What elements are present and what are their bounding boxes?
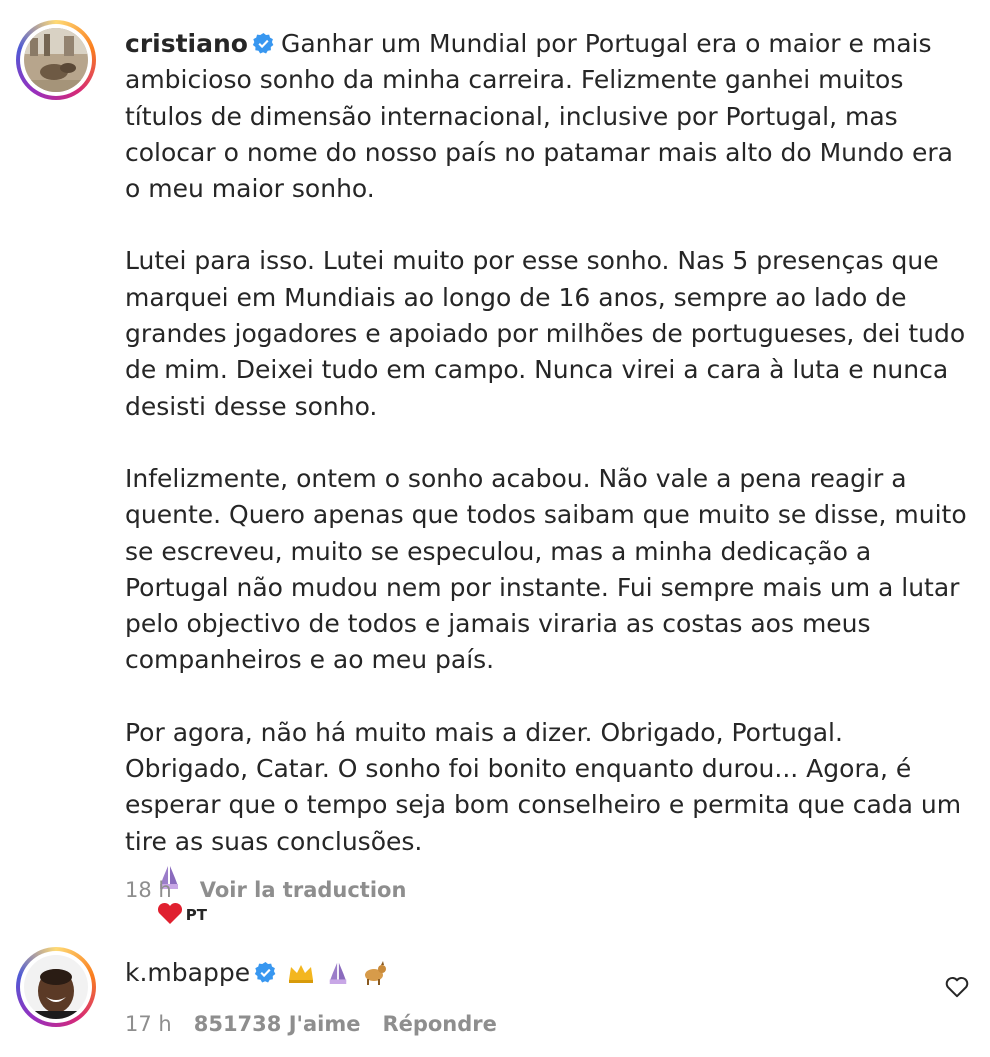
post-author-avatar[interactable] xyxy=(16,20,96,100)
post-caption: cristiano Ganhar um Mundial por Portugal … xyxy=(125,26,970,934)
comment-likes[interactable]: 851738 J'aime xyxy=(194,1012,361,1036)
translate-link[interactable]: Voir la traduction xyxy=(200,878,407,902)
praying-hands-icon xyxy=(329,962,347,984)
verified-badge-icon xyxy=(254,961,276,983)
flag-label: PT xyxy=(185,906,208,925)
post-timestamp: 18 h xyxy=(125,878,172,902)
comment-username[interactable]: k.mbappe xyxy=(125,958,250,987)
post-meta: 18 h Voir la traduction xyxy=(125,878,406,902)
caption-text: Ganhar um Mundial por Portugal era o mai… xyxy=(125,29,961,204)
red-heart-icon xyxy=(157,903,182,925)
avatar-image xyxy=(24,955,88,1019)
comment-meta: 17 h 851738 J'aime Répondre xyxy=(125,1012,497,1036)
post-username[interactable]: cristiano xyxy=(125,29,248,58)
comment-timestamp: 17 h xyxy=(125,1012,172,1036)
crown-icon xyxy=(289,964,314,983)
goat-icon xyxy=(365,960,387,985)
like-heart-icon[interactable] xyxy=(944,974,970,1000)
avatar-image xyxy=(24,28,88,92)
comment-header: k.mbappe xyxy=(125,958,387,987)
comment-author-avatar[interactable] xyxy=(16,947,96,1027)
verified-badge-icon xyxy=(252,32,274,54)
caption-paragraph: Lutei para isso. Lutei muito por esse so… xyxy=(125,246,974,421)
caption-paragraph: Infelizmente, ontem o sonho acabou. Não … xyxy=(125,463,975,675)
caption-text: Por agora, não há muito mais a dizer. Ob… xyxy=(125,717,970,856)
caption-paragraph: cristiano Ganhar um Mundial por Portugal … xyxy=(125,26,970,207)
reply-button[interactable]: Répondre xyxy=(382,1012,496,1036)
